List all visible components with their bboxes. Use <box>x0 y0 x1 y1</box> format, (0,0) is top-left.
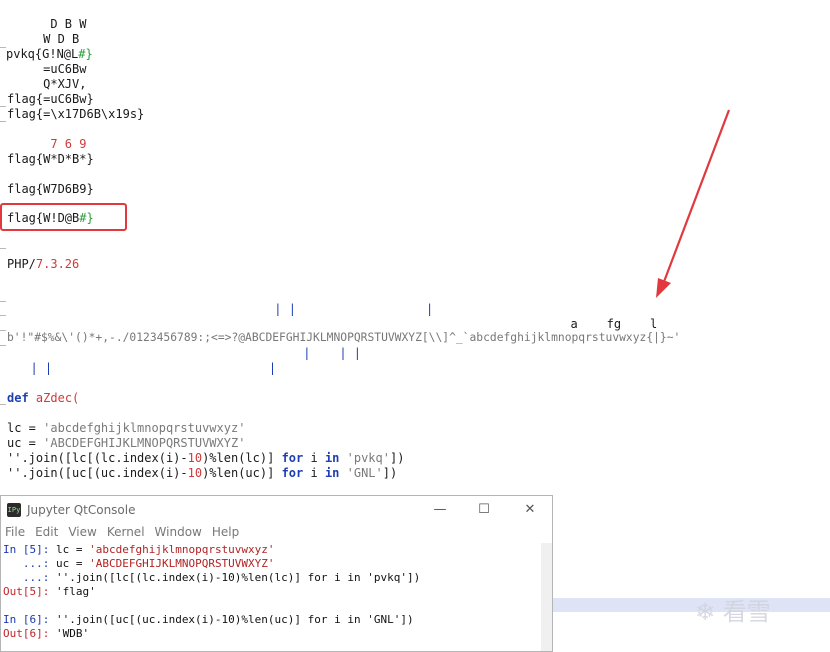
maximize-button[interactable]: ☐ <box>469 500 499 520</box>
menu-kernel[interactable]: Kernel <box>107 525 145 542</box>
input-prompt: In [5]: <box>3 543 56 556</box>
menu-edit[interactable]: Edit <box>35 525 58 542</box>
menu-window[interactable]: Window <box>155 525 202 542</box>
string-literal: 'ABCDEFGHIJKLMNOPQRSTUVWXYZ' <box>89 557 275 570</box>
continuation-prompt: ...: <box>3 571 56 584</box>
qtconsole-window[interactable]: IPy Jupyter QtConsole — ☐ ✕ File Edit Vi… <box>0 495 553 652</box>
output-value: 'WDB' <box>55 627 90 640</box>
output-prompt: Out[6]: <box>3 627 56 640</box>
console-line: In [5]: lc = 'abcdefghijklmnopqrstuvwxyz… <box>3 543 275 557</box>
snowflake-icon: ❄ <box>695 598 716 626</box>
string-literal: 'abcdefghijklmnopqrstuvwxyz' <box>89 543 275 556</box>
jupyter-icon: IPy <box>7 503 21 517</box>
close-button[interactable]: ✕ <box>515 500 545 520</box>
console-line: Out[5]: 'flag' <box>3 585 96 599</box>
output-prompt: Out[5]: <box>3 585 56 598</box>
watermark-text: 看雪 <box>722 598 771 626</box>
minimize-button[interactable]: — <box>425 500 455 520</box>
code-text: ''.join([lc[(lc.index(i)-10)%len(lc)] fo… <box>55 571 421 584</box>
selection-band <box>553 598 830 612</box>
input-prompt: In [6]: <box>3 613 56 626</box>
watermark: ❄ 看雪 <box>695 592 771 627</box>
menu-bar: File Edit View Kernel Window Help <box>1 525 552 542</box>
menu-view[interactable]: View <box>68 525 96 542</box>
console-line: ...: uc = 'ABCDEFGHIJKLMNOPQRSTUVWXYZ' <box>3 557 275 571</box>
console-line: In [6]: ''.join([uc[(uc.index(i)-10)%len… <box>3 613 414 627</box>
console-output[interactable]: In [5]: lc = 'abcdefghijklmnopqrstuvwxyz… <box>1 543 540 651</box>
console-line: ...: ''.join([lc[(lc.index(i)-10)%len(lc… <box>3 571 420 585</box>
code-text: uc = <box>55 557 90 570</box>
menu-help[interactable]: Help <box>212 525 239 542</box>
continuation-prompt: ...: <box>3 557 56 570</box>
console-line: Out[6]: 'WDB' <box>3 627 89 641</box>
vertical-scrollbar[interactable] <box>541 543 552 651</box>
code-text: lc = <box>55 543 90 556</box>
window-title: Jupyter QtConsole <box>27 503 136 517</box>
output-value: 'flag' <box>55 585 96 598</box>
code-text: ''.join([uc[(uc.index(i)-10)%len(uc)] fo… <box>55 613 414 626</box>
menu-file[interactable]: File <box>5 525 25 542</box>
title-bar[interactable]: IPy Jupyter QtConsole — ☐ ✕ <box>1 496 552 525</box>
